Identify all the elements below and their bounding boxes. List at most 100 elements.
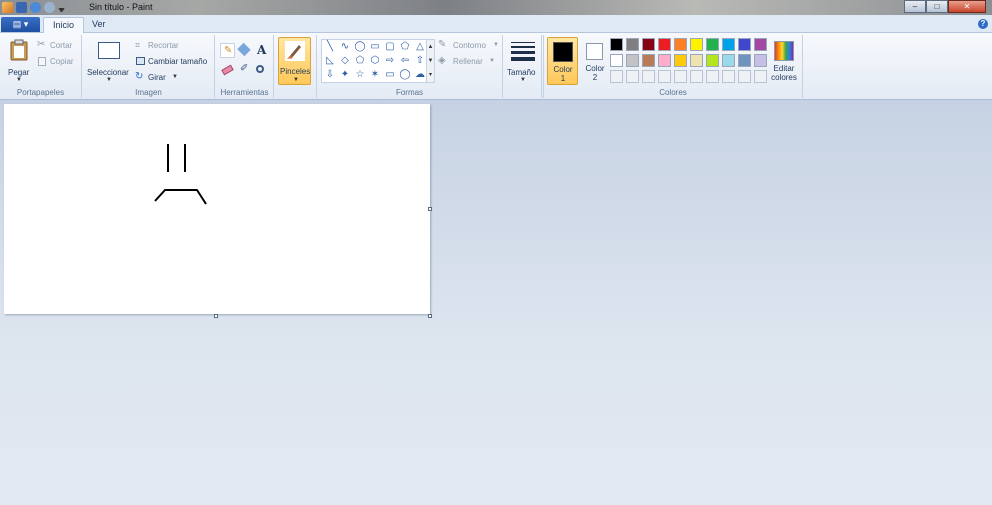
palette-custom-slot[interactable] (674, 70, 687, 83)
palette-swatch[interactable] (754, 54, 767, 67)
tool-fill[interactable] (237, 42, 252, 58)
palette-swatch[interactable] (674, 38, 687, 51)
brushes-button[interactable]: Pinceles ▼ (278, 37, 311, 85)
palette-custom-slot[interactable] (626, 70, 639, 83)
color2-button[interactable]: Color 2 (581, 37, 609, 85)
palette-swatch[interactable] (690, 38, 703, 51)
paint-menu-button[interactable]: ▤ ▾ (1, 17, 40, 32)
shape-gallery-item[interactable]: ▭ (369, 41, 381, 53)
shape-gallery-item[interactable]: ◯ (399, 69, 411, 81)
minimize-button[interactable]: – (904, 0, 926, 13)
fill-label: Rellenar (453, 57, 483, 66)
palette-swatch[interactable] (674, 54, 687, 67)
shape-gallery-item[interactable]: ✶ (369, 69, 381, 81)
shape-gallery-item[interactable]: ⇨ (384, 55, 396, 67)
paste-label: Pegar (8, 68, 30, 77)
shape-gallery-item[interactable]: ☆ (354, 69, 366, 81)
group-shapes: ╲ ∿ ◯ ▭ ▢ ⬠ △ ◺ ◇ ⬠ ⬡ ⇨ ⇦ ⇧ ⇩ ✦ ☆ ✶ ▭ ◯ ☁ ▲ ▼ ▾ ✎ Contorno ▼ ◈… (316, 35, 503, 98)
edit-colors-button[interactable]: Editar colores (769, 37, 801, 85)
shape-gallery-item[interactable]: ✦ (339, 69, 351, 81)
shape-gallery-item[interactable]: ⬠ (354, 55, 366, 67)
magnifier-icon (256, 65, 264, 73)
save-icon[interactable] (16, 2, 27, 13)
copy-button[interactable]: Copiar (37, 56, 79, 68)
tool-magnifier[interactable] (254, 63, 269, 78)
crop-button[interactable]: ⌗ Recortar (135, 40, 211, 52)
palette-swatch[interactable] (658, 38, 671, 51)
palette-swatch[interactable] (738, 54, 751, 67)
tab-inicio[interactable]: Inicio (43, 17, 85, 34)
shape-gallery-item[interactable]: ∿ (339, 41, 351, 53)
shape-gallery-item[interactable]: ⬡ (369, 55, 381, 67)
color1-button[interactable]: Color 1 (547, 37, 578, 85)
resize-handle-bottom[interactable] (214, 314, 218, 318)
shape-gallery-item[interactable]: ◯ (354, 41, 366, 53)
palette-custom-slot[interactable] (754, 70, 767, 83)
tool-color-picker[interactable]: ✐ (237, 63, 252, 78)
tool-eraser[interactable] (220, 63, 235, 78)
palette-custom-slot[interactable] (706, 70, 719, 83)
group-size: Tamaño ▼ (504, 35, 542, 98)
tool-pencil[interactable]: ✎ (220, 43, 235, 58)
undo-icon[interactable] (30, 2, 41, 13)
rotate-button[interactable]: ↻ Girar ▼ (135, 71, 195, 84)
palette-swatch[interactable] (642, 38, 655, 51)
shape-gallery-item[interactable]: ╲ (324, 41, 336, 53)
shape-gallery-item[interactable]: ▢ (384, 41, 396, 53)
shape-gallery-item[interactable]: △ (414, 41, 426, 53)
palette-swatch[interactable] (610, 38, 623, 51)
outline-button[interactable]: ✎ Contorno ▼ (438, 39, 500, 52)
palette-swatch[interactable] (722, 54, 735, 67)
palette-custom-slot[interactable] (738, 70, 751, 83)
shape-gallery-item[interactable]: ▭ (384, 69, 396, 81)
help-icon[interactable]: ? (978, 19, 988, 29)
redo-icon[interactable] (44, 2, 55, 13)
shapes-scrollbar[interactable]: ▲ ▼ ▾ (426, 40, 434, 82)
paste-button[interactable]: Pegar ▼ (4, 37, 32, 85)
resize-button[interactable]: Cambiar tamaño (135, 56, 213, 68)
frown-stroke (154, 189, 207, 205)
shape-gallery-item[interactable]: ⇧ (414, 55, 426, 67)
palette-custom-slot[interactable] (690, 70, 703, 83)
color-picker-icon: ✐ (240, 63, 249, 74)
resize-handle-corner[interactable] (428, 314, 432, 318)
palette-swatch[interactable] (738, 38, 751, 51)
palette-swatch[interactable] (722, 38, 735, 51)
edit-colors-label: Editar colores (771, 64, 797, 82)
palette-swatch[interactable] (706, 54, 719, 67)
shape-gallery-item[interactable]: ◺ (324, 55, 336, 67)
color2-swatch (586, 43, 603, 60)
palette-custom-slot[interactable] (658, 70, 671, 83)
drawing-canvas[interactable] (4, 104, 430, 314)
shape-gallery-item[interactable]: ☁ (414, 69, 426, 81)
palette-swatch[interactable] (706, 38, 719, 51)
select-button[interactable]: Seleccionar ▼ (87, 37, 131, 85)
cut-button[interactable]: ✂ Cortar (37, 39, 79, 52)
paint-app-icon[interactable] (2, 2, 13, 13)
tool-text[interactable]: A (254, 43, 269, 58)
shape-gallery-item[interactable]: ◇ (339, 55, 351, 67)
shape-gallery-item[interactable]: ⬠ (399, 41, 411, 53)
tab-ver[interactable]: Ver (83, 17, 115, 34)
shape-gallery-item[interactable]: ⇦ (399, 55, 411, 67)
palette-custom-slot[interactable] (610, 70, 623, 83)
resize-handle-right[interactable] (428, 207, 432, 211)
palette-swatch[interactable] (642, 54, 655, 67)
shape-gallery-item[interactable]: ⇩ (324, 69, 336, 81)
palette-swatch[interactable] (658, 54, 671, 67)
palette-swatch[interactable] (610, 54, 623, 67)
size-button[interactable]: Tamaño ▼ (506, 37, 539, 85)
palette-swatch[interactable] (690, 54, 703, 67)
palette-custom-slot[interactable] (642, 70, 655, 83)
palette-custom-slot[interactable] (722, 70, 735, 83)
canvas-workspace[interactable] (0, 100, 992, 505)
palette-swatch[interactable] (626, 38, 639, 51)
palette-swatch[interactable] (754, 38, 767, 51)
customize-qat-icon[interactable] (58, 7, 65, 12)
maximize-button[interactable]: □ (926, 0, 948, 13)
close-button[interactable]: ✕ (948, 0, 986, 13)
palette-swatch[interactable] (626, 54, 639, 67)
shapes-gallery[interactable]: ╲ ∿ ◯ ▭ ▢ ⬠ △ ◺ ◇ ⬠ ⬡ ⇨ ⇦ ⇧ ⇩ ✦ ☆ ✶ ▭ ◯ ☁ ▲ ▼ ▾ (321, 39, 435, 83)
fill-button[interactable]: ◈ Rellenar ▼ (438, 55, 500, 68)
color2-label: Color 2 (585, 64, 605, 82)
